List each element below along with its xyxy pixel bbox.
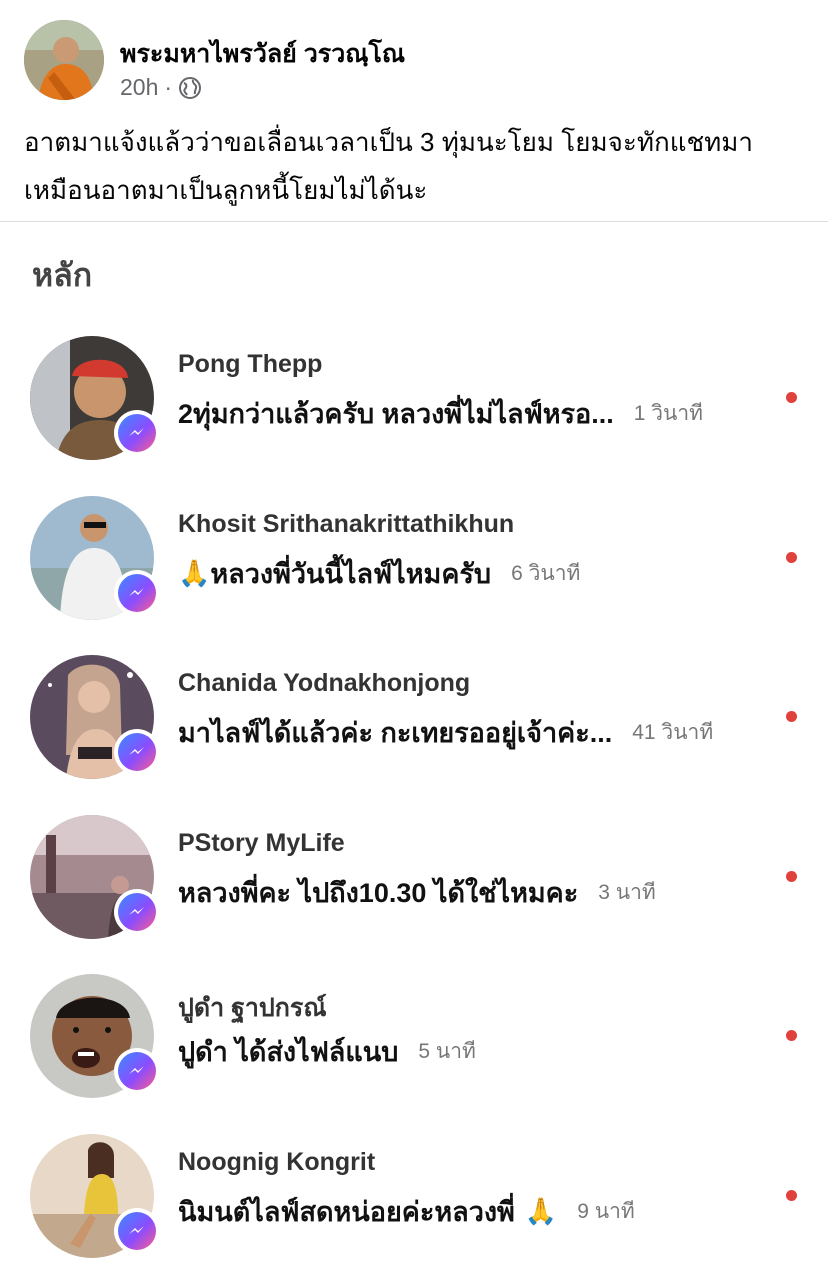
unread-dot [786, 871, 797, 882]
unread-dot [786, 1030, 797, 1041]
unread-dot [786, 1190, 797, 1201]
messenger-icon [114, 410, 160, 456]
author-avatar[interactable] [24, 20, 104, 100]
post-time[interactable]: 20h [120, 74, 158, 101]
meta-separator: · [164, 74, 173, 100]
messenger-icon [114, 570, 160, 616]
message-preview: 2ทุ่มกว่าแล้วครับ หลวงพี่ไม่ไลฟ์หรอ... 1 … [178, 392, 703, 435]
chat-item[interactable]: Khosit Srithanakrittathikhun 🙏 หลวงพี่วันน… [0, 486, 828, 646]
message-time: 3 นาที [598, 881, 656, 904]
message-time: 5 นาที [418, 1040, 476, 1063]
unread-dot [786, 552, 797, 563]
chat-item[interactable]: Pong Thepp 2ทุ่มกว่าแล้วครับ หลวงพี่ไม่ไล… [0, 326, 828, 486]
post-meta: 20h · [120, 74, 202, 101]
contact-name: Noognig Kongrit [178, 1148, 376, 1176]
message-preview: หลวงพี่คะ ไปถึง10.30 ได้ใช่ไหมคะ 3 นาที [178, 871, 656, 914]
section-title: หลัก [32, 257, 93, 293]
message-time: 6 วินาที [511, 562, 581, 585]
message-time: 1 วินาที [633, 402, 704, 425]
pray-emoji: 🙏 [524, 1196, 558, 1227]
unread-dot [786, 711, 797, 722]
message-preview: 🙏 หลวงพี่วันนี้ไลฟ์ไหมครับ 6 วินาที [178, 552, 580, 595]
contact-name: Chanida Yodnakhonjong [178, 669, 471, 697]
message-text: หลวงพี่คะ ไปถึง10.30 ได้ใช่ไหมคะ [178, 878, 579, 908]
messenger-icon [114, 729, 160, 775]
divider [0, 221, 828, 222]
post-header: พระมหาไพรวัลย์ วรวณฺโณ 20h · อาตมาแจ้งแล… [0, 0, 828, 222]
message-text: หลวงพี่วันนี้ไลฟ์ไหมครับ [210, 559, 492, 589]
message-text: มาไลฟ์ได้แล้วค่ะ กะเทยรออยู่เจ้าค่ะ... [178, 718, 613, 748]
message-preview: นิมนต์ไลฟ์สดหน่อยค่ะหลวงพี่ 🙏 9 นาที [178, 1190, 635, 1233]
contact-name: PStory MyLife [178, 829, 345, 857]
contact-name: ปูดำ ฐาปกรณ์ [178, 994, 327, 1022]
message-time: 9 นาที [577, 1200, 635, 1223]
contact-name: Pong Thepp [178, 350, 323, 378]
pray-emoji: 🙏 [178, 558, 211, 589]
message-time: 41 วินาที [632, 721, 714, 744]
unread-dot [786, 392, 797, 403]
message-text: นิมนต์ไลฟ์สดหน่อยค่ะหลวงพี่ [178, 1197, 515, 1227]
chat-item[interactable]: ปูดำ ฐาปกรณ์ปูดำ ได้ส่งไฟล์แนบ 5 นาที [0, 964, 828, 1124]
post-author-name[interactable]: พระมหาไพรวัลย์ วรวณฺโณ [120, 34, 405, 74]
message-text: ปูดำ ได้ส่งไฟล์แนบ [178, 1037, 399, 1067]
chat-item[interactable]: Chanida Yodnakhonjong มาไลฟ์ได้แล้วค่ะ กะ… [0, 645, 828, 805]
messenger-icon [114, 1208, 160, 1254]
globe-icon[interactable] [178, 76, 202, 100]
messenger-icon [114, 889, 160, 935]
chat-item[interactable]: Noognig Kongrit นิมนต์ไลฟ์สดหน่อยค่ะหลวงพ… [0, 1124, 828, 1284]
message-preview: มาไลฟ์ได้แล้วค่ะ กะเทยรออยู่เจ้าค่ะ... 41… [178, 711, 713, 754]
messenger-icon [114, 1048, 160, 1094]
chat-item[interactable]: PStory MyLife หลวงพี่คะ ไปถึง10.30 ได้ใช่… [0, 805, 828, 965]
contact-name: Khosit Srithanakrittathikhun [178, 510, 515, 538]
post-text: อาตมาแจ้งแล้วว่าขอเลื่อนเวลาเป็น 3 ทุ่มน… [24, 127, 753, 205]
message-preview: ปูดำ ได้ส่งไฟล์แนบ 5 นาที [178, 1030, 476, 1073]
message-text: 2ทุ่มกว่าแล้วครับ หลวงพี่ไม่ไลฟ์หรอ... [178, 399, 614, 429]
